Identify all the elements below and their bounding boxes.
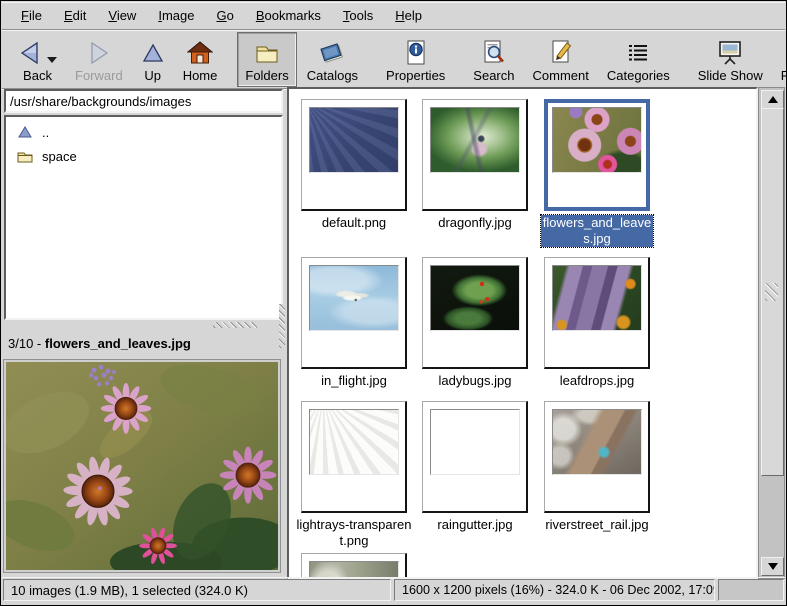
- home-icon: [187, 38, 213, 68]
- menu-file[interactable]: File: [10, 5, 53, 26]
- menu-tools[interactable]: Tools: [332, 5, 384, 26]
- thumbnail-frame: [544, 401, 650, 513]
- folder-icon: [16, 150, 34, 163]
- thumbnail-label: default.png: [294, 215, 414, 231]
- thumbnail-ladybugs-jpg[interactable]: ladybugs.jpg: [422, 257, 528, 369]
- thumbnail-image: [309, 265, 399, 331]
- home-button[interactable]: Home: [175, 32, 226, 87]
- slideshow-screen-icon: [716, 38, 744, 68]
- folder-list: .. space: [4, 115, 283, 320]
- menu-help[interactable]: Help: [384, 5, 433, 26]
- thumbnail-flowers-and-leaves-jpg-selected[interactable]: flowers_and_leaves.jpg: [544, 99, 650, 211]
- slide-show-button[interactable]: Slide Show: [690, 32, 771, 87]
- thumbnail-frame: [301, 553, 407, 579]
- forward-arrow-icon: [87, 38, 111, 68]
- book-icon: [318, 38, 346, 68]
- categories-button[interactable]: Categories: [599, 32, 678, 87]
- thumbnail-frame: [301, 401, 407, 513]
- catalogs-button[interactable]: Catalogs: [299, 32, 366, 87]
- comment-pencil-icon: [548, 38, 574, 68]
- back-button[interactable]: Back: [10, 32, 65, 87]
- preview-image: [6, 362, 278, 570]
- thumbnail-label: in_flight.jpg: [294, 373, 414, 389]
- thumbnail-grid: default.png dragonfly.jpg flowers_and_le…: [287, 87, 758, 579]
- thumbnail-image: [430, 107, 520, 173]
- forward-button[interactable]: Forward: [67, 32, 131, 87]
- thumbnail-label: leafdrops.jpg: [537, 373, 657, 389]
- thumbnail-in-flight-jpg[interactable]: in_flight.jpg: [301, 257, 407, 369]
- statusbar-resize-area[interactable]: [718, 579, 784, 601]
- menu-edit[interactable]: Edit: [53, 5, 97, 26]
- thumbnail-frame: [422, 257, 528, 369]
- thumbnail-frame: [544, 99, 650, 211]
- vertical-splitter-handle[interactable]: [279, 304, 285, 348]
- thumbnail-riverstreet-rail-jpg[interactable]: riverstreet_rail.jpg: [544, 401, 650, 513]
- thumbnail-partial-next-row[interactable]: [301, 553, 407, 579]
- thumbnail-dragonfly-jpg[interactable]: dragonfly.jpg: [422, 99, 528, 211]
- thumbnail-label: dragonfly.jpg: [415, 215, 535, 231]
- search-button[interactable]: Search: [465, 32, 522, 87]
- menu-bookmarks[interactable]: Bookmarks: [245, 5, 332, 26]
- scrollbar-up-button[interactable]: [761, 90, 784, 109]
- thumbnail-frame: [422, 99, 528, 211]
- back-history-dropdown-icon[interactable]: [47, 57, 57, 63]
- thumbnail-frame: [301, 99, 407, 211]
- up-level-icon: [16, 126, 34, 138]
- folders-button[interactable]: Folders: [237, 32, 296, 87]
- thumbnail-image: [552, 107, 642, 173]
- thumbnail-image: [430, 265, 520, 331]
- thumbnail-image: [309, 409, 399, 475]
- categories-list-icon: [625, 38, 651, 68]
- scrollbar-down-button[interactable]: [761, 557, 784, 576]
- thumbnail-image: [552, 265, 642, 331]
- thumbnail-lightrays-transparent-png[interactable]: lightrays-transparent.png: [301, 401, 407, 513]
- location-path-input[interactable]: [4, 89, 283, 113]
- comment-button[interactable]: Comment: [525, 32, 597, 87]
- thumbnail-label: flowers_and_leaves.jpg: [541, 215, 653, 247]
- statusbar: 10 images (1.9 MB), 1 selected (324.0 K)…: [2, 577, 785, 604]
- preview-pane: [3, 359, 281, 573]
- thumbnail-label: riverstreet_rail.jpg: [537, 517, 657, 533]
- thumbnail-frame: [301, 257, 407, 369]
- scrollbar-thumb[interactable]: [761, 108, 784, 476]
- thumbnail-leafdrops-jpg[interactable]: leafdrops.jpg: [544, 257, 650, 369]
- thumbnail-image: [430, 409, 520, 475]
- folder-item-space[interactable]: space: [8, 144, 279, 168]
- statusbar-image-info: 1600 x 1200 pixels (16%) - 324.0 K - 06 …: [394, 579, 715, 601]
- thumbnail-default-png[interactable]: default.png: [301, 99, 407, 211]
- thumbnail-label: lightrays-transparent.png: [294, 517, 414, 549]
- thumbnail-label: raingutter.jpg: [415, 517, 535, 533]
- thumbnail-frame: [422, 401, 528, 513]
- thumbnail-raingutter-jpg[interactable]: raingutter.jpg: [422, 401, 528, 513]
- scroll-down-arrow-icon: [768, 563, 778, 570]
- thumbnail-label: ladybugs.jpg: [415, 373, 535, 389]
- properties-button[interactable]: Properties: [378, 32, 453, 87]
- full-screen-button[interactable]: Full Screen: [773, 32, 787, 87]
- gthumb-browser-window: File Edit View Image Go Bookmarks Tools …: [0, 0, 787, 606]
- properties-info-icon: [404, 38, 428, 68]
- horizontal-splitter-handle[interactable]: [213, 322, 257, 328]
- back-arrow-icon: [18, 38, 57, 68]
- menu-view[interactable]: View: [97, 5, 147, 26]
- menu-image[interactable]: Image: [147, 5, 205, 26]
- toolbar: Back Forward Up Home Folders: [2, 30, 785, 89]
- up-arrow-icon: [141, 38, 165, 68]
- grid-vertical-scrollbar: [758, 87, 785, 579]
- menubar: File Edit View Image Go Bookmarks Tools …: [2, 2, 785, 30]
- thumbnail-image: [309, 107, 399, 173]
- folder-item-up[interactable]: ..: [8, 120, 279, 144]
- image-position-status: 3/10 - flowers_and_leaves.jpg: [8, 331, 278, 355]
- search-icon: [481, 38, 507, 68]
- current-filename: flowers_and_leaves.jpg: [45, 336, 191, 351]
- up-button[interactable]: Up: [133, 32, 173, 87]
- folder-icon: [254, 38, 280, 68]
- thumbnail-frame: [544, 257, 650, 369]
- menu-go[interactable]: Go: [205, 5, 244, 26]
- thumbnail-image: [552, 409, 642, 475]
- scroll-up-arrow-icon: [768, 96, 778, 103]
- statusbar-file-count: 10 images (1.9 MB), 1 selected (324.0 K): [3, 579, 391, 601]
